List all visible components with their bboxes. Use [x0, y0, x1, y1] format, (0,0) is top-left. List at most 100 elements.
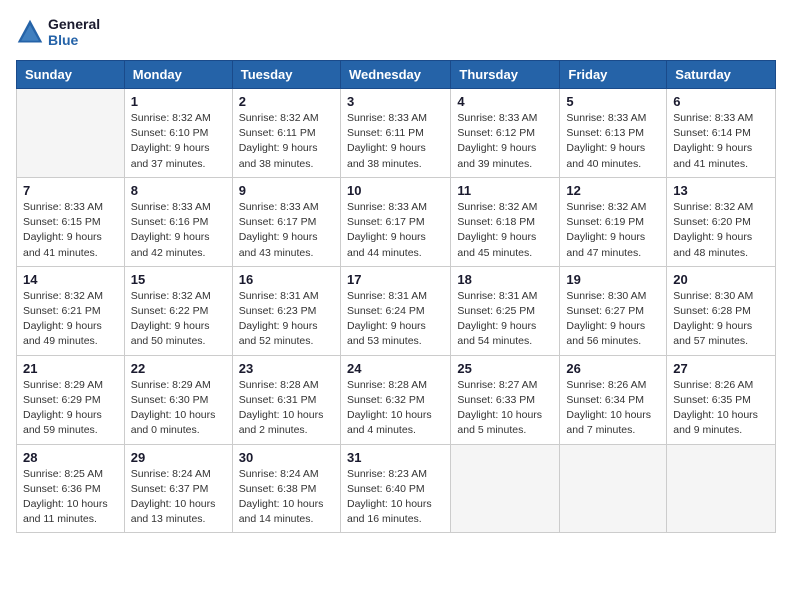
logo-icon: [16, 18, 44, 46]
calendar-cell: 26Sunrise: 8:26 AM Sunset: 6:34 PM Dayli…: [560, 355, 667, 444]
day-number: 2: [239, 94, 334, 109]
calendar-cell: 14 Sunrise: 8:32 AM Sunset: 6:21 PM Dayli…: [17, 266, 125, 355]
day-number: 7: [23, 183, 118, 198]
day-info: Sunrise: 8:26 AM Sunset: 6:35 PM Dayligh…: [673, 378, 769, 439]
day-number: 31: [347, 450, 444, 465]
day-info: Sunrise: 8:33 AM Sunset: 6:14 PM Dayligh…: [673, 111, 769, 172]
day-number: 29: [131, 450, 226, 465]
day-info: Sunrise: 8:32 AM Sunset: 6:10 PM Dayligh…: [131, 111, 226, 172]
calendar-cell: 1 Sunrise: 8:32 AM Sunset: 6:10 PM Daylig…: [124, 89, 232, 178]
day-number: 6: [673, 94, 769, 109]
week-row-5: 28Sunrise: 8:25 AM Sunset: 6:36 PM Dayli…: [17, 444, 776, 533]
day-number: 16: [239, 272, 334, 287]
day-number: 18: [457, 272, 553, 287]
calendar-cell: 12 Sunrise: 8:32 AM Sunset: 6:19 PM Dayli…: [560, 177, 667, 266]
calendar-cell: 25 Sunrise: 8:27 AM Sunset: 6:33 PM Dayli…: [451, 355, 560, 444]
day-number: 1: [131, 94, 226, 109]
column-header-wednesday: Wednesday: [340, 61, 450, 89]
calendar-cell: 7 Sunrise: 8:33 AM Sunset: 6:15 PM Daylig…: [17, 177, 125, 266]
calendar-cell: 17 Sunrise: 8:31 AM Sunset: 6:24 PM Dayli…: [340, 266, 450, 355]
day-info: Sunrise: 8:32 AM Sunset: 6:20 PM Dayligh…: [673, 200, 769, 261]
day-number: 27: [673, 361, 769, 376]
day-info: Sunrise: 8:25 AM Sunset: 6:36 PM Dayligh…: [23, 467, 118, 528]
column-header-saturday: Saturday: [667, 61, 776, 89]
day-info: Sunrise: 8:30 AM Sunset: 6:27 PM Dayligh…: [566, 289, 660, 350]
day-number: 22: [131, 361, 226, 376]
calendar-cell: 16 Sunrise: 8:31 AM Sunset: 6:23 PM Dayli…: [232, 266, 340, 355]
calendar-cell: 30Sunrise: 8:24 AM Sunset: 6:38 PM Dayli…: [232, 444, 340, 533]
logo-text: General Blue: [48, 16, 100, 48]
calendar-cell: 8Sunrise: 8:33 AM Sunset: 6:16 PM Daylig…: [124, 177, 232, 266]
calendar-cell: 21 Sunrise: 8:29 AM Sunset: 6:29 PM Dayli…: [17, 355, 125, 444]
day-info: Sunrise: 8:32 AM Sunset: 6:11 PM Dayligh…: [239, 111, 334, 172]
day-number: 8: [131, 183, 226, 198]
calendar-cell: 24 Sunrise: 8:28 AM Sunset: 6:32 PM Dayli…: [340, 355, 450, 444]
calendar-cell: 20Sunrise: 8:30 AM Sunset: 6:28 PM Dayli…: [667, 266, 776, 355]
calendar-cell: [667, 444, 776, 533]
calendar-cell: 9 Sunrise: 8:33 AM Sunset: 6:17 PM Daylig…: [232, 177, 340, 266]
day-number: 15: [131, 272, 226, 287]
day-number: 4: [457, 94, 553, 109]
day-info: Sunrise: 8:32 AM Sunset: 6:19 PM Dayligh…: [566, 200, 660, 261]
calendar-cell: 23 Sunrise: 8:28 AM Sunset: 6:31 PM Dayli…: [232, 355, 340, 444]
day-info: Sunrise: 8:33 AM Sunset: 6:17 PM Dayligh…: [239, 200, 334, 261]
calendar-table: SundayMondayTuesdayWednesdayThursdayFrid…: [16, 60, 776, 533]
calendar-cell: 11Sunrise: 8:32 AM Sunset: 6:18 PM Dayli…: [451, 177, 560, 266]
calendar-cell: 3 Sunrise: 8:33 AM Sunset: 6:11 PM Daylig…: [340, 89, 450, 178]
day-info: Sunrise: 8:29 AM Sunset: 6:29 PM Dayligh…: [23, 378, 118, 439]
day-info: Sunrise: 8:28 AM Sunset: 6:31 PM Dayligh…: [239, 378, 334, 439]
calendar-cell: 31 Sunrise: 8:23 AM Sunset: 6:40 PM Dayli…: [340, 444, 450, 533]
calendar-cell: 5 Sunrise: 8:33 AM Sunset: 6:13 PM Daylig…: [560, 89, 667, 178]
day-info: Sunrise: 8:33 AM Sunset: 6:11 PM Dayligh…: [347, 111, 444, 172]
calendar-cell: 13Sunrise: 8:32 AM Sunset: 6:20 PM Dayli…: [667, 177, 776, 266]
week-row-1: 1 Sunrise: 8:32 AM Sunset: 6:10 PM Daylig…: [17, 89, 776, 178]
day-info: Sunrise: 8:26 AM Sunset: 6:34 PM Dayligh…: [566, 378, 660, 439]
calendar-cell: 18 Sunrise: 8:31 AM Sunset: 6:25 PM Dayli…: [451, 266, 560, 355]
calendar-cell: 15 Sunrise: 8:32 AM Sunset: 6:22 PM Dayli…: [124, 266, 232, 355]
calendar-cell: 27 Sunrise: 8:26 AM Sunset: 6:35 PM Dayli…: [667, 355, 776, 444]
column-header-sunday: Sunday: [17, 61, 125, 89]
day-number: 24: [347, 361, 444, 376]
column-header-thursday: Thursday: [451, 61, 560, 89]
day-info: Sunrise: 8:31 AM Sunset: 6:25 PM Dayligh…: [457, 289, 553, 350]
day-info: Sunrise: 8:28 AM Sunset: 6:32 PM Dayligh…: [347, 378, 444, 439]
day-number: 17: [347, 272, 444, 287]
calendar-cell: 19 Sunrise: 8:30 AM Sunset: 6:27 PM Dayli…: [560, 266, 667, 355]
day-info: Sunrise: 8:30 AM Sunset: 6:28 PM Dayligh…: [673, 289, 769, 350]
day-info: Sunrise: 8:33 AM Sunset: 6:12 PM Dayligh…: [457, 111, 553, 172]
day-number: 9: [239, 183, 334, 198]
day-number: 11: [457, 183, 553, 198]
calendar-cell: [560, 444, 667, 533]
day-number: 21: [23, 361, 118, 376]
day-number: 25: [457, 361, 553, 376]
calendar-cell: 6 Sunrise: 8:33 AM Sunset: 6:14 PM Daylig…: [667, 89, 776, 178]
calendar-cell: 10 Sunrise: 8:33 AM Sunset: 6:17 PM Dayli…: [340, 177, 450, 266]
week-row-2: 7 Sunrise: 8:33 AM Sunset: 6:15 PM Daylig…: [17, 177, 776, 266]
calendar-cell: 2 Sunrise: 8:32 AM Sunset: 6:11 PM Daylig…: [232, 89, 340, 178]
day-info: Sunrise: 8:33 AM Sunset: 6:17 PM Dayligh…: [347, 200, 444, 261]
calendar-cell: [17, 89, 125, 178]
column-header-tuesday: Tuesday: [232, 61, 340, 89]
calendar-cell: [451, 444, 560, 533]
day-info: Sunrise: 8:32 AM Sunset: 6:21 PM Dayligh…: [23, 289, 118, 350]
day-info: Sunrise: 8:33 AM Sunset: 6:13 PM Dayligh…: [566, 111, 660, 172]
calendar-cell: 29Sunrise: 8:24 AM Sunset: 6:37 PM Dayli…: [124, 444, 232, 533]
day-info: Sunrise: 8:24 AM Sunset: 6:38 PM Dayligh…: [239, 467, 334, 528]
day-number: 10: [347, 183, 444, 198]
day-info: Sunrise: 8:31 AM Sunset: 6:23 PM Dayligh…: [239, 289, 334, 350]
day-number: 3: [347, 94, 444, 109]
column-header-monday: Monday: [124, 61, 232, 89]
day-info: Sunrise: 8:27 AM Sunset: 6:33 PM Dayligh…: [457, 378, 553, 439]
day-info: Sunrise: 8:33 AM Sunset: 6:15 PM Dayligh…: [23, 200, 118, 261]
week-row-3: 14 Sunrise: 8:32 AM Sunset: 6:21 PM Dayli…: [17, 266, 776, 355]
page-header: General Blue: [16, 16, 776, 48]
day-number: 23: [239, 361, 334, 376]
day-number: 5: [566, 94, 660, 109]
day-number: 14: [23, 272, 118, 287]
day-number: 12: [566, 183, 660, 198]
day-number: 19: [566, 272, 660, 287]
day-info: Sunrise: 8:32 AM Sunset: 6:22 PM Dayligh…: [131, 289, 226, 350]
day-info: Sunrise: 8:31 AM Sunset: 6:24 PM Dayligh…: [347, 289, 444, 350]
day-info: Sunrise: 8:23 AM Sunset: 6:40 PM Dayligh…: [347, 467, 444, 528]
day-info: Sunrise: 8:29 AM Sunset: 6:30 PM Dayligh…: [131, 378, 226, 439]
